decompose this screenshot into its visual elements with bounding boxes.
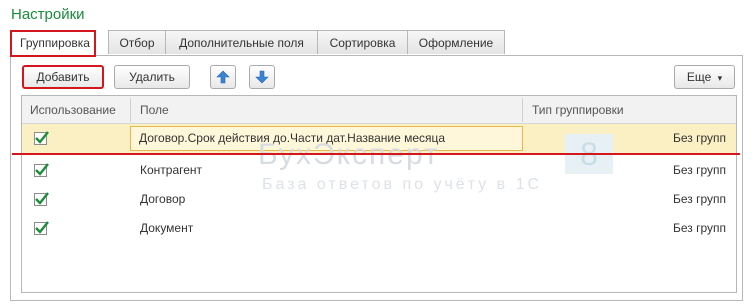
grouping-type-cell[interactable]: Без групп <box>673 214 726 243</box>
table-row[interactable]: Договор.Срок действия до.Части дат.Назва… <box>22 124 736 153</box>
table-row[interactable]: Контрагент Без групп <box>22 156 736 185</box>
table-row[interactable]: Документ Без групп <box>22 214 736 243</box>
column-header-field[interactable]: Поле <box>132 96 522 124</box>
move-up-button[interactable] <box>210 65 236 89</box>
tab-filter[interactable]: Отбор <box>108 30 166 54</box>
more-label: Еще <box>686 70 712 84</box>
column-header-use[interactable]: Использование <box>22 96 132 124</box>
annotation-underline <box>12 153 740 155</box>
use-checkbox[interactable] <box>34 131 49 145</box>
arrow-up-icon <box>216 70 230 84</box>
grouping-type-cell[interactable]: Без групп <box>673 124 726 153</box>
tab-sorting[interactable]: Сортировка <box>317 30 408 54</box>
checkmark-icon <box>35 131 49 144</box>
use-checkbox[interactable] <box>34 221 49 235</box>
arrow-down-icon <box>255 70 269 84</box>
use-checkbox[interactable] <box>34 192 49 206</box>
tab-additional-fields[interactable]: Дополнительные поля <box>165 30 318 54</box>
tab-grouping[interactable]: Группировка <box>10 30 96 57</box>
grouping-type-cell[interactable]: Без групп <box>673 185 726 214</box>
field-cell-editing[interactable]: Договор.Срок действия до.Части дат.Назва… <box>130 126 523 151</box>
more-button[interactable]: Еще ▾ <box>674 65 735 89</box>
field-cell[interactable]: Документ <box>140 214 193 243</box>
move-down-button[interactable] <box>249 65 275 89</box>
field-cell[interactable]: Договор <box>140 185 185 214</box>
checkmark-icon <box>35 192 49 205</box>
table-header: Использование Поле Тип группировки <box>22 96 736 124</box>
checkmark-icon <box>35 221 49 234</box>
use-checkbox[interactable] <box>34 163 49 177</box>
add-button[interactable]: Добавить <box>22 65 104 89</box>
delete-button[interactable]: Удалить <box>114 65 190 89</box>
chevron-down-icon: ▾ <box>717 73 723 83</box>
column-header-grouping-type[interactable]: Тип группировки <box>524 96 734 124</box>
grouping-type-cell[interactable]: Без групп <box>673 156 726 185</box>
checkmark-icon <box>35 163 49 176</box>
field-cell[interactable]: Контрагент <box>140 156 202 185</box>
grouping-table: Использование Поле Тип группировки Догов… <box>21 95 737 293</box>
tab-appearance[interactable]: Оформление <box>407 30 505 54</box>
settings-title: Настройки <box>11 6 85 23</box>
table-row[interactable]: Договор Без групп <box>22 185 736 214</box>
